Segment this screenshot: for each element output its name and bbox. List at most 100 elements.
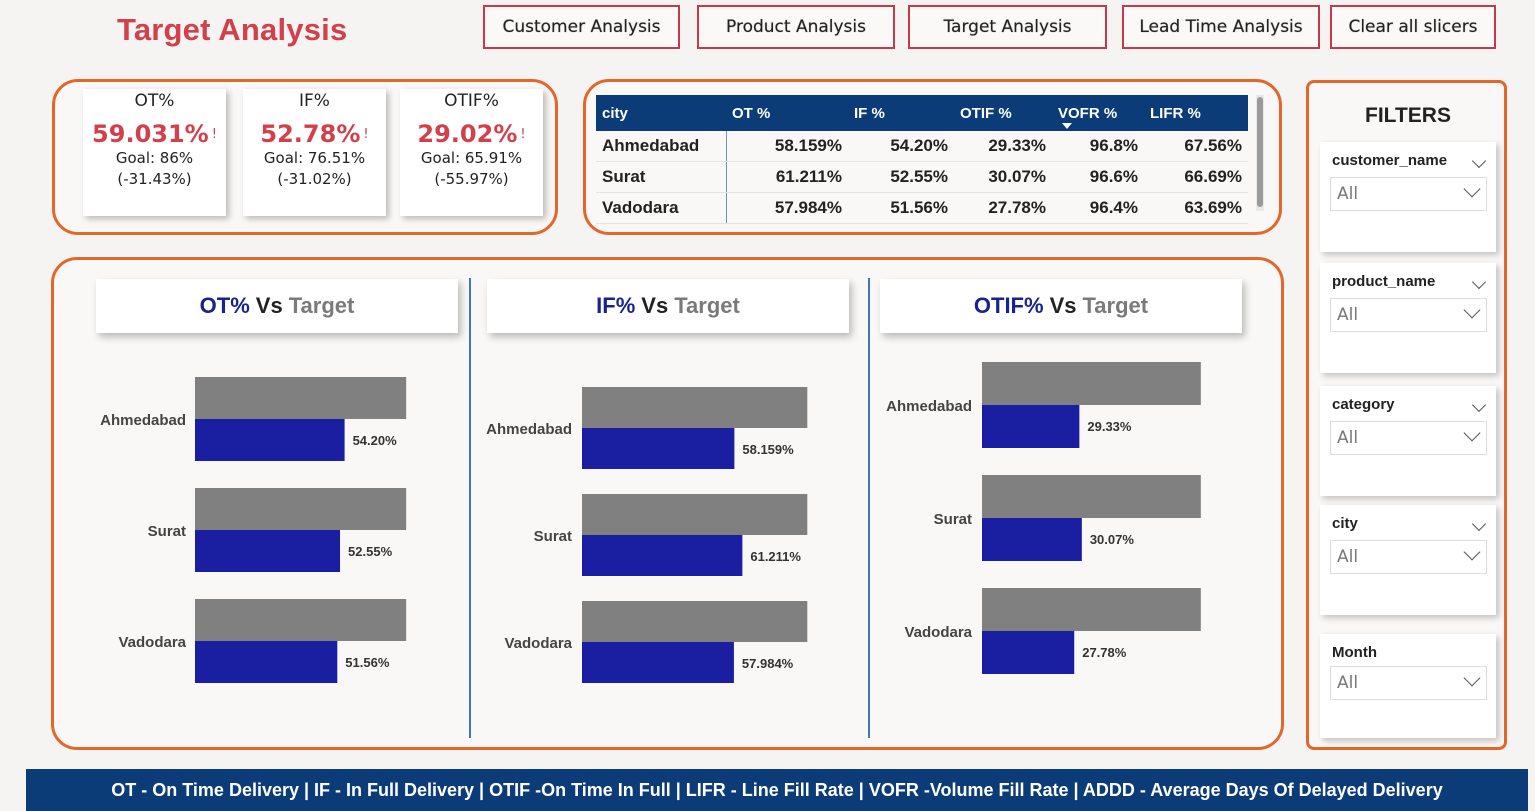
actual-bar[interactable] [195, 641, 338, 683]
kpi-value: 52.78% [260, 120, 361, 148]
category-dropdown[interactable]: All [1330, 421, 1487, 455]
slicer-label: Month [1332, 644, 1377, 661]
target-bar[interactable] [982, 475, 1201, 518]
table-row[interactable]: Surat 61.211% 52.55% 30.07% 96.6% 66.69% [596, 161, 1248, 193]
category-label: Vadodara [904, 624, 972, 641]
actual-bar[interactable] [195, 530, 341, 572]
page-title: Target Analysis [117, 12, 348, 47]
kpi-diff: (-31.43%) [117, 170, 192, 188]
actual-bar[interactable] [982, 405, 1080, 448]
table-cell: 61.211% [726, 161, 848, 193]
category-label: Surat [534, 528, 572, 545]
customer-analysis-button[interactable]: Customer Analysis [483, 5, 680, 49]
table-cell: 54.20% [848, 131, 954, 162]
chevron-down-icon [1463, 669, 1481, 687]
data-label: 30.07% [1090, 532, 1135, 547]
table-cell: 27.78% [954, 192, 1052, 224]
table-cell: 51.56% [848, 192, 954, 224]
chevron-down-icon[interactable] [1471, 516, 1487, 532]
filters-title: FILTERS [1365, 104, 1451, 127]
clear-all-slicers-button[interactable]: Clear all slicers [1330, 5, 1496, 49]
otif-chart-title: OTIF% Vs Target [880, 279, 1242, 333]
matrix-header-otif[interactable]: OTIF % [954, 95, 1052, 131]
warning-icon: ! [520, 127, 526, 142]
chevron-down-icon[interactable] [1471, 274, 1487, 290]
data-label: 61.211% [750, 549, 801, 564]
kpi-goal: Goal: 76.51% [263, 149, 366, 167]
slicer-label: category [1332, 396, 1395, 413]
actual-bar[interactable] [982, 631, 1075, 674]
table-cell: 58.159% [726, 131, 848, 162]
target-bar[interactable] [582, 494, 808, 535]
matrix-header-lifr[interactable]: LIFR % [1144, 95, 1248, 131]
table-cell: 30.07% [954, 161, 1052, 193]
product-name-slicer[interactable]: product_name All [1320, 263, 1496, 373]
matrix-scrollbar[interactable] [1256, 95, 1264, 211]
table-cell: 29.33% [954, 131, 1052, 162]
warning-icon: ! [363, 127, 369, 142]
table-row[interactable]: Ahmedabad 58.159% 54.20% 29.33% 96.8% 67… [596, 131, 1248, 162]
data-label: 52.55% [348, 544, 393, 559]
target-bar[interactable] [982, 362, 1201, 405]
chevron-down-icon[interactable] [1471, 153, 1487, 169]
table-cell: 52.55% [848, 161, 954, 193]
scrollbar-thumb[interactable] [1257, 97, 1263, 207]
customer-name-slicer[interactable]: customer_name All [1320, 142, 1496, 252]
legend-footer: OT - On Time Delivery | IF - In Full Del… [26, 769, 1528, 811]
chevron-down-icon [1463, 424, 1481, 442]
if-chart-title: IF% Vs Target [487, 279, 849, 333]
ot-chart-title: OT% Vs Target [96, 279, 458, 333]
month-slicer[interactable]: Month All [1320, 634, 1496, 738]
target-bar[interactable] [195, 488, 407, 530]
matrix-header-city[interactable]: city [596, 95, 726, 131]
actual-bar[interactable] [582, 535, 743, 576]
product-name-dropdown[interactable]: All [1330, 298, 1487, 332]
customer-name-dropdown[interactable]: All [1330, 177, 1487, 211]
matrix-header-ot[interactable]: OT % [726, 95, 848, 131]
kpi-card-ot[interactable]: OT% 59.031%! Goal: 86% (-31.43%) [83, 89, 226, 216]
actual-bar[interactable] [982, 518, 1082, 561]
chevron-down-icon[interactable] [1471, 397, 1487, 413]
kpi-card-otif[interactable]: OTIF% 29.02%! Goal: 65.91% (-55.97%) [400, 89, 543, 216]
actual-bar[interactable] [582, 642, 734, 683]
table-cell: Ahmedabad [596, 131, 727, 162]
category-label: Ahmedabad [100, 412, 186, 429]
product-analysis-button[interactable]: Product Analysis [697, 5, 895, 49]
matrix-header-vofr[interactable]: VOFR % [1052, 95, 1144, 131]
city-slicer[interactable]: city All [1320, 505, 1496, 615]
city-matrix[interactable]: city OT % IF % OTIF % VOFR % LIFR % Ahme… [596, 95, 1248, 224]
target-bar[interactable] [582, 387, 808, 428]
month-dropdown[interactable]: All [1330, 666, 1487, 700]
kpi-diff: (-31.02%) [277, 170, 352, 188]
actual-bar[interactable] [195, 419, 345, 461]
target-bar[interactable] [195, 377, 407, 419]
warning-icon: ! [211, 127, 217, 142]
city-dropdown[interactable]: All [1330, 540, 1487, 574]
target-bar[interactable] [982, 588, 1201, 631]
data-label: 54.20% [353, 433, 398, 448]
target-analysis-button[interactable]: Target Analysis [908, 5, 1107, 49]
target-bar[interactable] [582, 601, 808, 642]
category-slicer[interactable]: category All [1320, 386, 1496, 496]
data-label: 29.33% [1087, 419, 1132, 434]
table-cell: 67.56% [1144, 131, 1248, 162]
if-vs-target-chart[interactable]: Ahmedabad 58.159% Surat 61.211% Vadodara 57.9… [478, 380, 858, 700]
category-label: Ahmedabad [486, 421, 572, 438]
kpi-title: OTIF% [444, 91, 499, 111]
table-row[interactable]: Vadodara 57.984% 51.56% 27.78% 96.4% 63.… [596, 192, 1248, 224]
table-cell: 57.984% [726, 192, 848, 224]
sort-desc-icon [1062, 123, 1072, 129]
table-cell: 66.69% [1144, 161, 1248, 193]
actual-bar[interactable] [582, 428, 735, 469]
otif-vs-target-chart[interactable]: Ahmedabad 29.33% Surat 30.07% Vadodara 27.78% [878, 356, 1258, 686]
target-bar[interactable] [195, 599, 407, 641]
table-cell: 96.4% [1052, 192, 1144, 224]
dropdown-value: All [1337, 673, 1359, 693]
kpi-card-if[interactable]: IF% 52.78%! Goal: 76.51% (-31.02%) [243, 89, 386, 216]
dropdown-value: All [1337, 305, 1359, 325]
ot-vs-target-chart[interactable]: Ahmedabad 54.20% Surat 52.55% Vadodara 51.56% [90, 370, 460, 700]
lead-time-analysis-button[interactable]: Lead Time Analysis [1122, 5, 1320, 49]
category-label: Ahmedabad [886, 398, 972, 415]
matrix-header-if[interactable]: IF % [848, 95, 954, 131]
slicer-label: product_name [1332, 273, 1436, 290]
